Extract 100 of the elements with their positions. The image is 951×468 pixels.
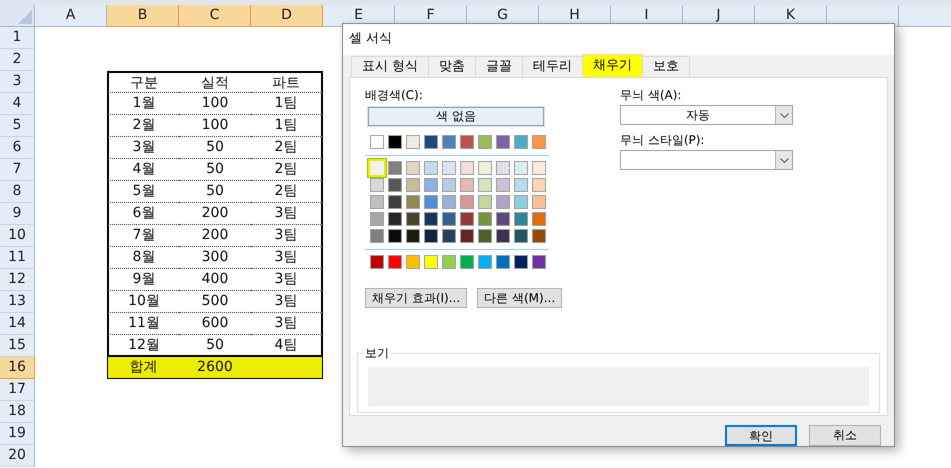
color-swatch[interactable] [370,255,384,269]
color-swatch[interactable] [514,161,528,175]
color-swatch[interactable] [442,255,456,269]
color-swatch[interactable] [478,161,492,175]
color-swatch[interactable] [370,229,384,243]
color-swatch[interactable] [442,212,456,226]
color-swatch[interactable] [532,195,546,209]
column-header[interactable]: C [179,5,251,27]
color-swatch[interactable] [460,178,474,192]
color-swatch[interactable] [478,135,492,149]
color-swatch[interactable] [424,178,438,192]
column-header[interactable]: B [107,5,179,27]
color-swatch[interactable] [406,135,420,149]
color-swatch[interactable] [406,195,420,209]
color-swatch[interactable] [388,255,402,269]
row-header[interactable]: 14 [0,313,35,335]
color-swatch[interactable] [514,212,528,226]
color-swatch[interactable] [424,212,438,226]
more-colors-button[interactable]: 다른 색(M)... [477,288,562,308]
color-swatch[interactable] [496,229,510,243]
color-swatch[interactable] [406,255,420,269]
color-swatch[interactable] [496,212,510,226]
color-swatch[interactable] [514,135,528,149]
color-swatch[interactable] [424,229,438,243]
row-header[interactable]: 8 [0,181,35,203]
color-swatch[interactable] [388,212,402,226]
color-swatch[interactable] [496,161,510,175]
row-header[interactable]: 13 [0,291,35,313]
color-swatch[interactable] [406,178,420,192]
color-swatch[interactable] [388,161,402,175]
color-swatch[interactable] [532,178,546,192]
color-swatch[interactable] [406,229,420,243]
color-swatch[interactable] [496,195,510,209]
row-header[interactable]: 5 [0,115,35,137]
color-swatch[interactable] [424,255,438,269]
color-swatch[interactable] [406,212,420,226]
color-swatch[interactable] [460,212,474,226]
row-header[interactable]: 19 [0,423,35,445]
color-swatch[interactable] [496,255,510,269]
select-all-button[interactable] [0,5,35,27]
column-header[interactable] [899,5,951,27]
row-header[interactable]: 15 [0,335,35,357]
tab[interactable]: 표시 형식 [351,56,430,77]
column-header[interactable]: A [35,5,107,27]
color-swatch[interactable] [478,255,492,269]
color-swatch[interactable] [460,135,474,149]
tab[interactable]: 보호 [642,56,690,77]
row-header[interactable]: 9 [0,203,35,225]
fill-effects-button[interactable]: 채우기 효과(I)... [365,288,468,308]
color-swatch[interactable] [460,161,474,175]
color-swatch[interactable] [442,229,456,243]
color-swatch[interactable] [532,212,546,226]
row-header[interactable]: 7 [0,159,35,181]
row-header[interactable]: 4 [0,93,35,115]
color-swatch[interactable] [478,178,492,192]
color-swatch[interactable] [388,229,402,243]
color-swatch[interactable] [370,178,384,192]
tab[interactable]: 채우기 [582,54,644,77]
row-header[interactable]: 10 [0,225,35,247]
row-header[interactable]: 16 [0,357,35,379]
color-swatch[interactable] [442,195,456,209]
color-swatch[interactable] [532,229,546,243]
color-swatch[interactable] [532,161,546,175]
color-swatch[interactable] [406,161,420,175]
row-header[interactable]: 3 [0,71,35,93]
color-swatch[interactable] [478,229,492,243]
color-swatch[interactable] [532,255,546,269]
pattern-color-dropdown[interactable]: 자동 [620,105,793,125]
color-swatch[interactable] [514,255,528,269]
color-swatch[interactable] [496,178,510,192]
no-color-button[interactable]: 색 없음 [368,107,544,126]
row-header[interactable]: 6 [0,137,35,159]
color-swatch[interactable] [370,195,384,209]
color-swatch[interactable] [478,212,492,226]
row-header[interactable]: 12 [0,269,35,291]
color-swatch[interactable] [424,161,438,175]
row-header[interactable]: 20 [0,445,35,467]
color-swatch[interactable] [388,135,402,149]
color-swatch[interactable] [442,178,456,192]
color-swatch[interactable] [460,229,474,243]
color-swatch[interactable] [370,135,384,149]
color-swatch[interactable] [424,195,438,209]
color-swatch[interactable] [424,135,438,149]
ok-button[interactable]: 확인 [725,425,797,446]
row-header[interactable]: 1 [0,27,35,49]
color-swatch[interactable] [388,178,402,192]
color-swatch[interactable] [442,161,456,175]
color-swatch[interactable] [460,195,474,209]
color-swatch[interactable] [442,135,456,149]
color-swatch[interactable] [514,195,528,209]
cancel-button[interactable]: 취소 [809,425,881,446]
color-swatch[interactable] [388,195,402,209]
color-swatch[interactable] [460,255,474,269]
column-header[interactable]: D [251,5,323,27]
row-header[interactable]: 18 [0,401,35,423]
row-header[interactable]: 2 [0,49,35,71]
color-swatch[interactable] [514,178,528,192]
pattern-style-dropdown[interactable] [620,150,793,170]
color-swatch[interactable] [532,135,546,149]
color-swatch[interactable] [370,212,384,226]
